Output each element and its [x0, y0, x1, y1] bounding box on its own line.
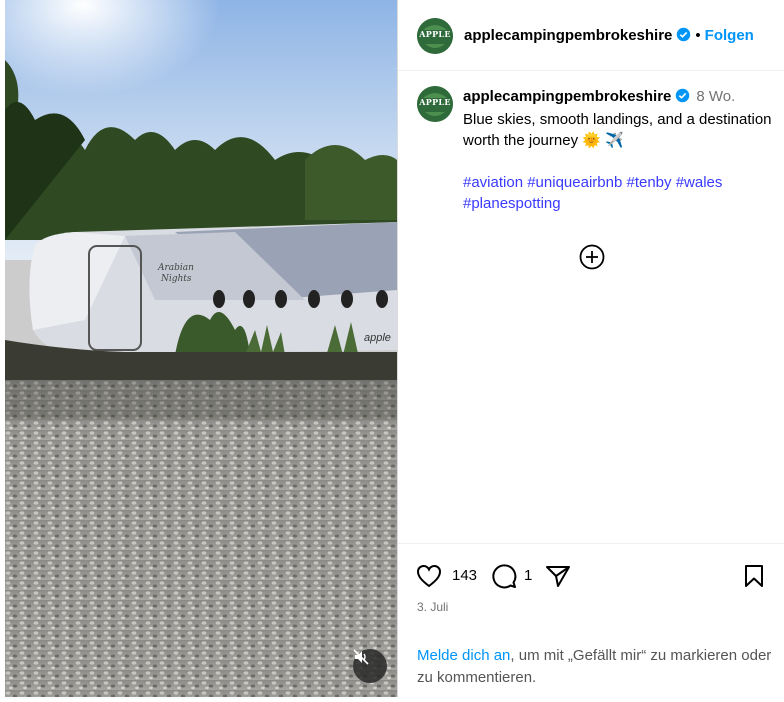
caption-author-row: applecampingpembrokeshire 8 Wo. [463, 86, 773, 109]
post-header: APPLE applecampingpembrokeshire • Folgen [398, 0, 784, 71]
post-actions: 143 1 3. Juli Melde dich an, um mit „Gef… [398, 543, 784, 698]
caption-username-link[interactable]: applecampingpembrokeshire [463, 88, 671, 105]
plus-circle-icon [579, 244, 605, 270]
hashtag-link[interactable]: #wales [676, 174, 723, 191]
post-age: 8 Wo. [696, 88, 736, 105]
like-count: 143 [452, 567, 478, 584]
avatar-logo-text: APPLE [419, 29, 451, 39]
comment-count: 1 [524, 567, 533, 584]
verified-badge-icon [675, 88, 690, 109]
post-details-panel: APPLE applecampingpembrokeshire • Folgen A… [397, 0, 784, 697]
follow-button[interactable]: Folgen [705, 27, 754, 44]
save-button[interactable] [743, 564, 765, 593]
hashtag-link[interactable]: #aviation [463, 174, 523, 191]
video-frame-illustration: Arabian Nights apple [5, 0, 397, 697]
caption-avatar[interactable]: APPLE [417, 86, 453, 122]
header-author-row: applecampingpembrokeshire • Folgen [464, 27, 754, 47]
muted-speaker-icon [353, 649, 369, 665]
caption-text: Blue skies, smooth landings, and a desti… [463, 111, 772, 149]
share-icon [546, 566, 570, 587]
hashtag-link[interactable]: #uniqueairbnb [527, 174, 622, 191]
verified-badge-icon [676, 27, 691, 47]
share-button[interactable] [545, 564, 571, 593]
avatar-logo-text: APPLE [419, 97, 451, 107]
comment-button[interactable] [491, 563, 517, 594]
separator-dot: • [695, 27, 701, 44]
instagram-post-window: Arabian Nights apple APPLE applecampingp… [0, 0, 784, 702]
hashtag-list: #aviation #uniqueairbnb #tenby #wales #p… [463, 172, 773, 214]
post-caption: applecampingpembrokeshire 8 Wo. Blue skie… [463, 86, 773, 214]
post-date: 3. Juli [417, 600, 449, 614]
heart-icon [416, 564, 442, 588]
like-button[interactable] [416, 564, 442, 593]
comment-icon [492, 564, 517, 589]
login-link[interactable]: Melde dich an [417, 647, 510, 664]
plane-name-line2: Nights [160, 274, 192, 284]
plane-side-logo: apple [364, 332, 391, 344]
plane-name-line1: Arabian [157, 263, 194, 273]
hashtag-link[interactable]: #planespotting [463, 195, 561, 212]
bookmark-icon [745, 565, 763, 587]
mute-toggle-button[interactable] [353, 649, 387, 683]
load-more-comments-button[interactable] [578, 243, 606, 271]
hashtag-link[interactable]: #tenby [626, 174, 671, 191]
avatar[interactable]: APPLE [417, 18, 453, 54]
username-link[interactable]: applecampingpembrokeshire [464, 27, 672, 44]
login-prompt: Melde dich an, um mit „Gefällt mir“ zu m… [417, 645, 777, 689]
post-video[interactable]: Arabian Nights apple [5, 0, 397, 697]
